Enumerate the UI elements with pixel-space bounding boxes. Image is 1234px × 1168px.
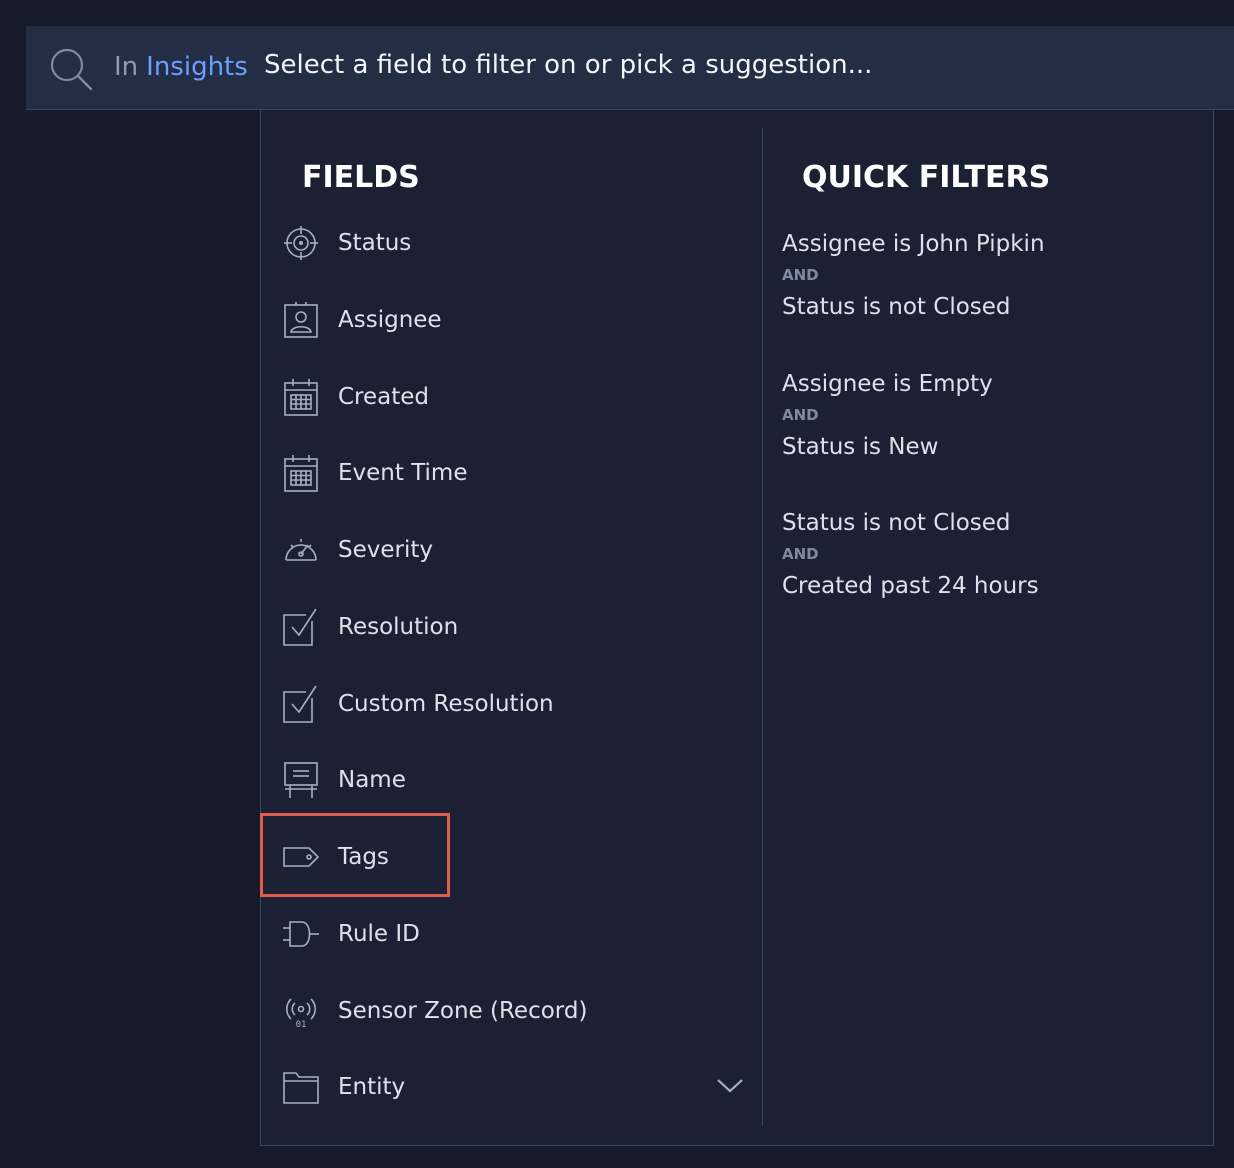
tag-icon	[282, 836, 320, 878]
field-label: Custom Resolution	[338, 691, 554, 717]
quick-filter-item[interactable]: Assignee is John Pipkin AND Status is no…	[782, 229, 1202, 322]
easel-sign-icon	[282, 759, 320, 801]
field-item-resolution[interactable]: Resolution	[282, 602, 752, 652]
user-card-icon	[282, 299, 320, 341]
field-label: Event Time	[338, 460, 468, 486]
field-label: Severity	[338, 537, 433, 563]
field-label: Tags	[338, 844, 389, 870]
field-label: Rule ID	[338, 921, 420, 947]
field-label: Status	[338, 230, 412, 256]
quick-filter-condition: Assignee is Empty	[782, 371, 993, 397]
checked-document-icon	[282, 606, 320, 648]
quick-filter-joiner: AND	[782, 545, 819, 563]
quick-filter-condition: Status is not Closed	[782, 294, 1011, 320]
field-item-name[interactable]: Name	[282, 755, 752, 805]
logic-gate-icon	[282, 913, 320, 955]
target-icon	[282, 222, 320, 264]
scope-prefix-label: In	[114, 52, 139, 82]
svg-text:01: 01	[296, 1020, 307, 1029]
quick-filter-joiner: AND	[782, 266, 819, 284]
field-item-tags[interactable]: Tags	[282, 832, 752, 882]
fields-heading: FIELDS	[302, 160, 420, 195]
quick-filter-condition: Status is New	[782, 434, 939, 460]
quick-filter-condition: Assignee is John Pipkin	[782, 231, 1045, 257]
field-item-custom-resolution[interactable]: Custom Resolution	[282, 679, 752, 729]
field-item-rule-id[interactable]: Rule ID	[282, 909, 752, 959]
search-icon	[48, 46, 94, 92]
field-item-assignee[interactable]: Assignee	[282, 295, 752, 345]
field-label: Created	[338, 384, 430, 410]
field-label: Name	[338, 767, 406, 793]
field-label: Resolution	[338, 614, 459, 640]
field-item-sensor-zone[interactable]: 01 Sensor Zone (Record)	[282, 986, 752, 1036]
quick-filter-item[interactable]: Assignee is Empty AND Status is New	[782, 369, 1202, 462]
scope-link[interactable]: Insights	[146, 52, 248, 82]
field-label: Sensor Zone (Record)	[338, 998, 588, 1024]
folder-icon	[282, 1066, 320, 1108]
column-divider	[762, 128, 763, 1126]
calendar-icon	[282, 452, 320, 494]
field-item-created[interactable]: Created	[282, 372, 752, 422]
search-scope: In Insights	[114, 52, 248, 82]
field-item-entity[interactable]: Entity	[282, 1062, 752, 1112]
calendar-icon	[282, 376, 320, 418]
quick-filter-condition: Status is not Closed	[782, 510, 1011, 536]
quick-filter-joiner: AND	[782, 406, 819, 424]
quick-filter-item[interactable]: Status is not Closed AND Created past 24…	[782, 508, 1202, 601]
field-item-status[interactable]: Status	[282, 218, 752, 268]
field-label: Entity	[338, 1074, 406, 1100]
chevron-down-icon[interactable]	[716, 1074, 744, 1096]
search-input[interactable]: Select a field to filter on or pick a su…	[264, 50, 872, 80]
quick-filter-condition: Created past 24 hours	[782, 573, 1039, 599]
checked-document-icon	[282, 683, 320, 725]
sensor-icon: 01	[282, 990, 320, 1032]
field-label: Assignee	[338, 307, 442, 333]
gauge-icon	[282, 529, 320, 571]
search-bar[interactable]: In Insights Select a field to filter on o…	[26, 26, 1234, 110]
field-item-severity[interactable]: Severity	[282, 525, 752, 575]
field-item-event-time[interactable]: Event Time	[282, 448, 752, 498]
quick-filters-heading: QUICK FILTERS	[802, 160, 1051, 195]
